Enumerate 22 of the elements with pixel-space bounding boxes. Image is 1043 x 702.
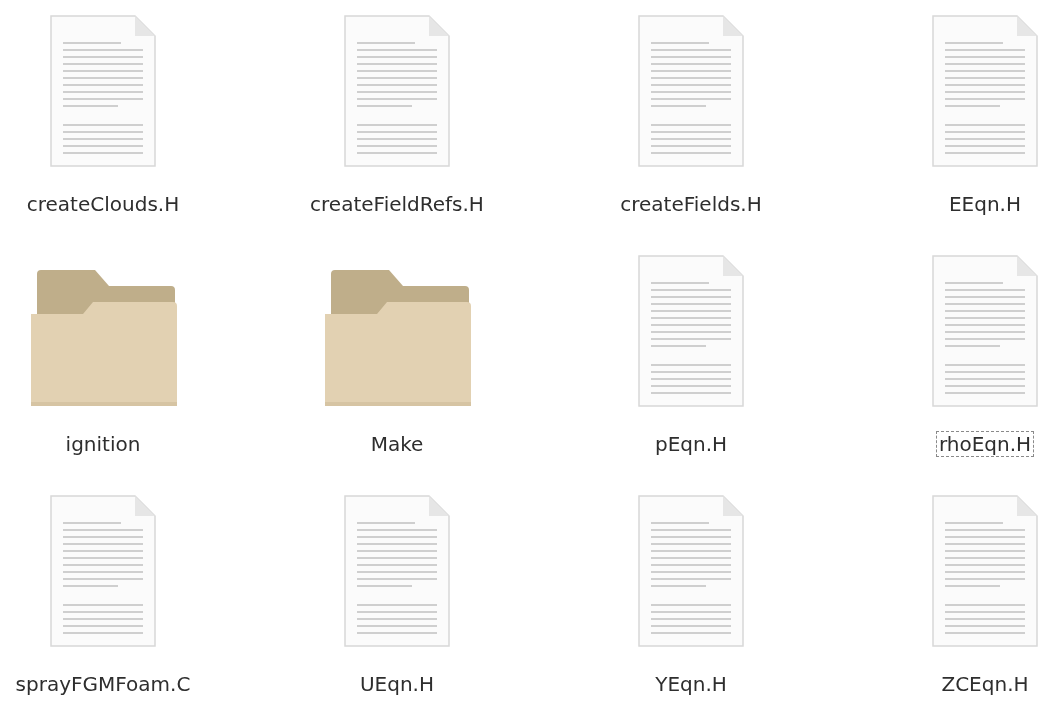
document-icon <box>47 492 159 650</box>
document-icon <box>635 12 747 170</box>
document-icon <box>929 492 1041 650</box>
file-name[interactable]: createClouds.H <box>23 191 183 217</box>
file-name[interactable]: UEqn.H <box>356 671 437 697</box>
file-name[interactable]: YEqn.H <box>652 671 730 697</box>
document-icon <box>47 12 159 170</box>
file-name[interactable]: createFields.H <box>617 191 765 217</box>
file-name[interactable]: createFieldRefs.H <box>307 191 487 217</box>
file-name[interactable]: sprayFGMFoam.C <box>12 671 194 697</box>
document-icon <box>635 492 747 650</box>
file-name[interactable]: EEqn.H <box>945 191 1024 217</box>
document-icon <box>341 492 453 650</box>
file-name[interactable]: ZCEqn.H <box>938 671 1032 697</box>
document-icon <box>341 12 453 170</box>
document-icon <box>929 252 1041 410</box>
file-name[interactable]: rhoEqn.H <box>935 431 1035 457</box>
document-icon <box>929 12 1041 170</box>
file-name[interactable]: ignition <box>62 431 144 457</box>
document-icon <box>635 252 747 410</box>
file-name[interactable]: Make <box>367 431 427 457</box>
file-name[interactable]: pEqn.H <box>651 431 731 457</box>
